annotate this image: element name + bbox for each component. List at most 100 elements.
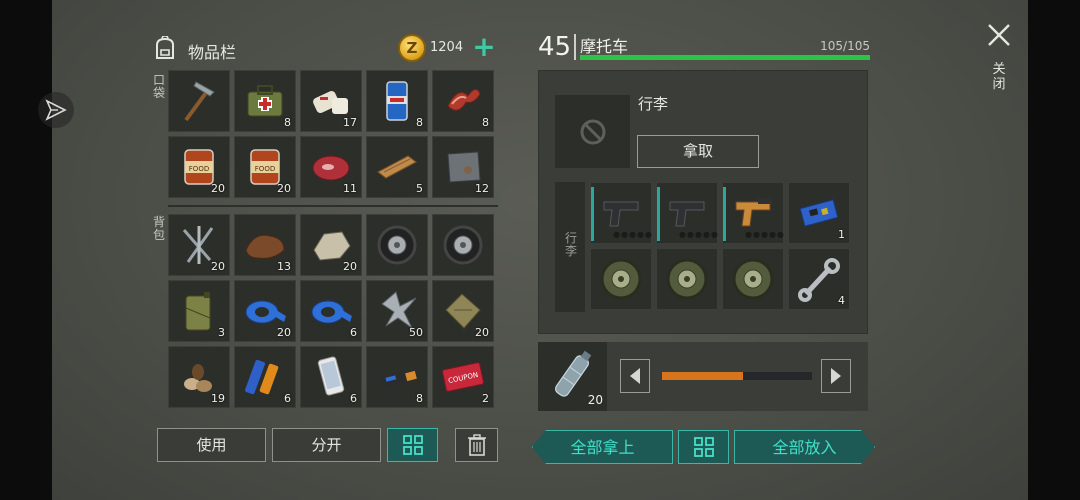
close-icon: [988, 24, 1010, 46]
trunk-side-label: 行李: [564, 231, 577, 258]
item-slot-wheel[interactable]: [722, 248, 784, 310]
vehicle-hp-bar: [580, 55, 870, 60]
item-slot-stone[interactable]: 20: [300, 214, 362, 276]
coin-count: 1204: [430, 40, 464, 55]
item-count: 13: [277, 260, 291, 273]
item-slot-blue-tape[interactable]: 20: [234, 280, 296, 342]
pickaxe-icon: [169, 71, 229, 131]
vehicle-hp-fill: [580, 55, 870, 60]
trunk-label-column: 行李: [555, 182, 585, 312]
item-slot-tire[interactable]: [366, 214, 428, 276]
item-slot-leather[interactable]: 13: [234, 214, 296, 276]
right-arrow-icon: [831, 368, 841, 384]
pocket-label: 口袋: [152, 73, 165, 100]
svg-text:FOOD: FOOD: [189, 165, 209, 173]
item-slot-medical-bag[interactable]: 8: [234, 70, 296, 132]
fuel-slider[interactable]: [662, 372, 812, 380]
take-button[interactable]: 拿取: [637, 135, 759, 168]
grid-icon: [402, 435, 423, 455]
item-slot-bacon[interactable]: 8: [432, 70, 494, 132]
put-all-label: 全部放入: [772, 438, 837, 457]
send-icon[interactable]: [38, 92, 74, 128]
close-button[interactable]: [986, 22, 1012, 48]
right-black-bar: [1028, 0, 1080, 500]
item-count: 6: [350, 326, 357, 339]
item-count: 19: [211, 392, 225, 405]
vehicle-hp: 105/105: [820, 39, 870, 53]
trunk-sort-button[interactable]: [678, 430, 729, 464]
item-slot-canned-food[interactable]: FOOD 20: [234, 136, 296, 198]
item-slot-wood-plank[interactable]: 5: [366, 136, 428, 198]
item-count: 20: [211, 260, 225, 273]
item-slot-pickaxe[interactable]: [168, 70, 230, 132]
item-slot-metal-plate[interactable]: 12: [432, 136, 494, 198]
tire-icon: [433, 215, 493, 275]
item-slot-pistol[interactable]: ●●●●●: [590, 182, 652, 244]
svg-text:FOOD: FOOD: [255, 165, 275, 173]
item-slot-scrap-metal[interactable]: 50: [366, 280, 428, 342]
item-count: 11: [343, 182, 357, 195]
item-slot-bandage[interactable]: 17: [300, 70, 362, 132]
trash-icon: [467, 434, 486, 456]
take-all-button[interactable]: 全部拿上: [532, 430, 673, 464]
item-count: 20: [211, 182, 225, 195]
increase-button[interactable]: [821, 359, 851, 393]
durability-dots: ●●●●●: [745, 230, 785, 239]
blocked-icon: [580, 119, 605, 144]
item-slot-smartphone[interactable]: 6: [300, 346, 362, 408]
item-slot-coupon[interactable]: COUPON 2: [432, 346, 494, 408]
split-button[interactable]: 分开: [272, 428, 381, 462]
item-slot-steak[interactable]: 11: [300, 136, 362, 198]
item-count: 20: [343, 260, 357, 273]
backpack-grid: 20 13 20 3 20 6 50 20 19 6 6 8 COUPON 2: [168, 214, 494, 408]
item-count: 6: [350, 392, 357, 405]
item-slot-wheel[interactable]: [656, 248, 718, 310]
item-slot-nails[interactable]: 20: [168, 214, 230, 276]
wheel-icon: [657, 249, 717, 309]
item-slot-tire[interactable]: [432, 214, 494, 276]
item-slot-battery[interactable]: 6: [234, 346, 296, 408]
item-slot-seeds[interactable]: 19: [168, 346, 230, 408]
item-count: 50: [409, 326, 423, 339]
left-black-bar: [0, 0, 52, 500]
trunk-grid: ●●●●● ●●●●● ●●●●● 1 4: [590, 182, 850, 310]
sort-grid-button[interactable]: [387, 428, 438, 462]
item-slot-cloth[interactable]: 20: [432, 280, 494, 342]
item-slot-canned-food[interactable]: FOOD 20: [168, 136, 230, 198]
trash-button[interactable]: [455, 428, 498, 462]
item-slot-circuit-board[interactable]: 1: [788, 182, 850, 244]
add-coins-button[interactable]: +: [470, 33, 498, 62]
fuel-slot[interactable]: 20: [538, 342, 607, 411]
close-label[interactable]: 关闭: [991, 62, 1007, 92]
item-slot-beer-can[interactable]: 8: [366, 70, 428, 132]
item-count: 8: [284, 116, 291, 129]
pocket-divider: [168, 205, 498, 207]
item-count: 20: [277, 326, 291, 339]
item-count: 20: [277, 182, 291, 195]
item-slot-wheel[interactable]: [590, 248, 652, 310]
backpack-icon: [152, 35, 178, 60]
decrease-button[interactable]: [620, 359, 650, 393]
use-button[interactable]: 使用: [157, 428, 266, 462]
item-slot-usb-stick[interactable]: 8: [366, 346, 428, 408]
item-count: 2: [482, 392, 489, 405]
item-slot-pistol[interactable]: ●●●●●: [656, 182, 718, 244]
tire-icon: [367, 215, 427, 275]
item-slot-jerrycan[interactable]: 3: [168, 280, 230, 342]
item-slot-flare-gun[interactable]: ●●●●●: [722, 182, 784, 244]
item-count: 5: [416, 182, 423, 195]
wheel-icon: [591, 249, 651, 309]
wheel-icon: [723, 249, 783, 309]
item-slot-wrench[interactable]: 4: [788, 248, 850, 310]
take-all-label: 全部拿上: [570, 438, 635, 457]
item-count: 17: [343, 116, 357, 129]
trunk-title: 行李: [638, 95, 669, 113]
item-count: 8: [482, 116, 489, 129]
item-slot-blue-tape[interactable]: 6: [300, 280, 362, 342]
locked-slot: [555, 95, 630, 168]
fuel-count: 20: [587, 393, 603, 407]
item-count: 20: [475, 326, 489, 339]
item-count: 3: [218, 326, 225, 339]
put-all-button[interactable]: 全部放入: [734, 430, 875, 464]
item-count: 6: [284, 392, 291, 405]
